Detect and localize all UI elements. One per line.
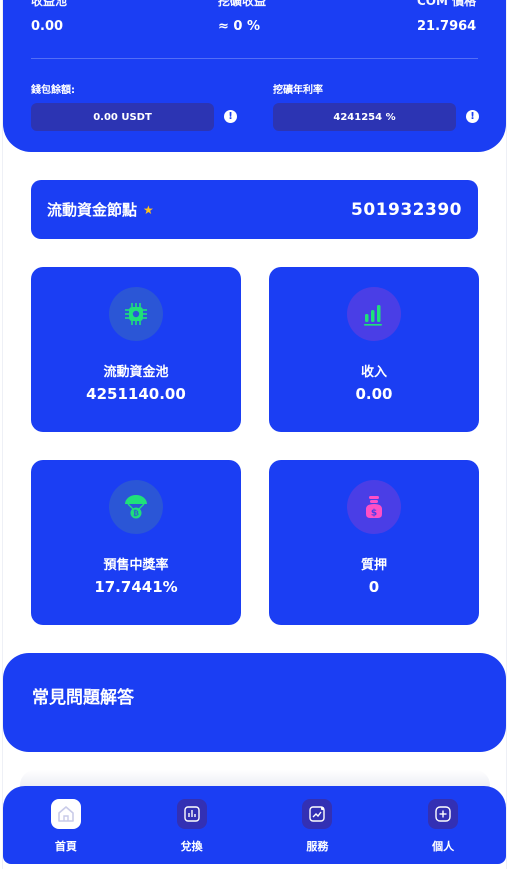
chart-icon <box>176 799 207 829</box>
stat-value: ≈ 0 % <box>218 19 261 34</box>
svg-text:$: $ <box>371 509 377 519</box>
nav-item-home[interactable]: 首頁 <box>21 799 111 854</box>
bitcoin-parachute-icon: ₿ <box>109 480 163 534</box>
wallet-balance-label: 錢包餘額: <box>31 85 75 96</box>
card-presale-rate[interactable]: ₿ 預售中獎率 17.7441% <box>31 460 241 625</box>
card-title: 預售中獎率 <box>103 558 169 573</box>
faq-section[interactable]: 常見問題解答 <box>3 653 506 752</box>
nav-item-service[interactable]: 服務 <box>272 799 362 854</box>
info-icon[interactable]: ! <box>224 110 237 123</box>
nav-label: 服務 <box>306 840 329 853</box>
card-title: 流動資金池 <box>103 365 169 380</box>
card-value: 0 <box>368 578 380 596</box>
stat-value: 21.7964 <box>417 19 477 34</box>
nav-label: 兌換 <box>180 840 203 853</box>
stat-label: 挖礦收益 <box>218 0 267 8</box>
card-value: 17.7441% <box>94 578 178 596</box>
card-title: 質押 <box>360 558 387 573</box>
node-title: 流動資金節點 <box>47 201 138 219</box>
signal-bars-icon <box>347 287 401 341</box>
nav-item-exchange[interactable]: 兌換 <box>147 799 237 854</box>
money-bag-icon: $ <box>347 480 401 534</box>
card-value: 0.00 <box>355 385 393 403</box>
nav-label: 個人 <box>432 840 455 853</box>
stat-income-pool: 收益池 0.00 <box>31 0 67 34</box>
star-icon: ★ <box>143 202 154 217</box>
stat-label: COM 價格 <box>417 0 477 8</box>
bottom-nav: 首頁 兌換 服務 個人 <box>3 786 506 864</box>
divider <box>31 58 478 59</box>
chip-icon <box>109 287 163 341</box>
svg-text:₿: ₿ <box>133 510 139 518</box>
info-icon[interactable]: ! <box>466 110 479 123</box>
node-value: 501932390 <box>351 199 462 220</box>
card-title: 收入 <box>360 365 387 380</box>
card-value: 4251140.00 <box>86 385 186 403</box>
liquidity-node-bar[interactable]: 流動資金節點 ★ 501932390 <box>31 180 478 239</box>
home-icon <box>50 799 81 829</box>
node-title-wrap: 流動資金節點 ★ <box>47 199 154 220</box>
nav-label: 首頁 <box>54 840 77 853</box>
summary-panel: 收益池 0.00 挖礦收益 ≈ 0 % COM 價格 21.7964 錢包餘額:… <box>3 0 506 152</box>
faq-title: 常見問題解答 <box>32 688 134 708</box>
plus-square-icon <box>428 799 459 829</box>
trend-icon <box>302 799 333 829</box>
card-staking[interactable]: $ 質押 0 <box>269 460 479 625</box>
annual-rate-value: 4241254 % <box>273 103 456 131</box>
stat-com-price: COM 價格 21.7964 <box>417 0 476 34</box>
stat-value: 0.00 <box>31 19 64 34</box>
stat-label: 收益池 <box>31 0 68 8</box>
card-income[interactable]: 收入 0.00 <box>269 267 479 432</box>
stat-mining-income: 挖礦收益 ≈ 0 % <box>218 0 266 34</box>
card-liquidity-pool[interactable]: 流動資金池 4251140.00 <box>31 267 241 432</box>
annual-rate-label: 挖礦年利率 <box>273 85 323 96</box>
nav-item-profile[interactable]: 個人 <box>398 799 488 854</box>
wallet-balance-value: 0.00 USDT <box>31 103 214 131</box>
